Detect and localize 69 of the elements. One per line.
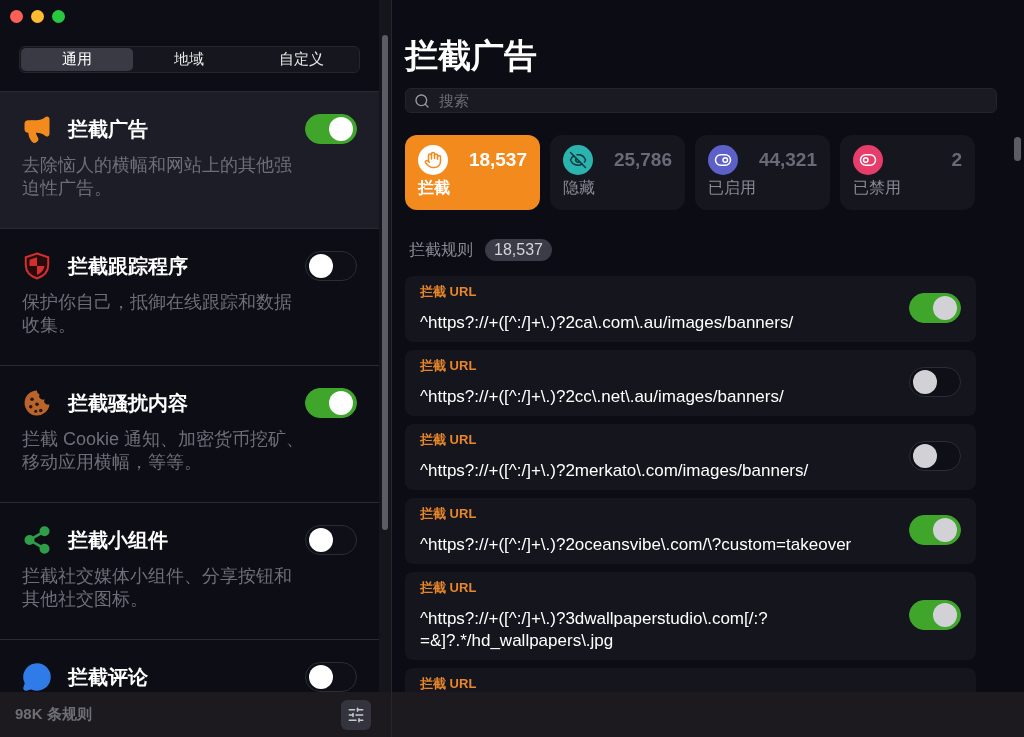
stat-count: 2	[951, 147, 962, 172]
stat-label: 已启用	[708, 178, 757, 198]
count-badge: 18,537	[485, 239, 552, 261]
toggle-switch[interactable]	[305, 662, 357, 692]
toggle-switch[interactable]	[909, 367, 961, 397]
shield-icon	[22, 251, 52, 281]
stat-card[interactable]: 2 已禁用	[840, 135, 975, 210]
rule-card[interactable]: 拦截 URL ^https?://+([^:/]+\.)?2merkato\.com/images/banners/	[405, 424, 976, 490]
sliders-icon	[347, 705, 365, 724]
stat-card[interactable]: 44,321 已启用	[695, 135, 830, 210]
rule-type: 拦截 URL	[420, 505, 478, 523]
cookie-icon	[22, 388, 52, 418]
category-title: 拦截骚扰内容	[68, 391, 189, 416]
category-description: 去除恼人的横幅和网站上的其他强迫性广告。	[22, 154, 293, 200]
rule-pattern: ^https?://+([^:/]+\.)?2ca\.com\.au/images/banners/	[420, 311, 795, 334]
scrollbar-thumb[interactable]	[382, 35, 388, 530]
toggle-switch[interactable]	[305, 251, 357, 281]
toggle-switch[interactable]	[909, 515, 961, 545]
rule-pattern: ^https?://+([^:/]+\.)?3dwallpaperstudio\.com[/:?=&]?.*/hd_wallpapers\.jpg	[420, 607, 769, 652]
segment-tab[interactable]: 地域	[133, 48, 246, 71]
rule-pattern: ^https?://+([^:/]+\.)?2oceansvibe\.com/\?custom=takeover	[420, 533, 853, 556]
category-title: 拦截跟踪程序	[68, 254, 189, 279]
toggle-switch[interactable]	[909, 441, 961, 471]
stat-label: 隐藏	[563, 178, 596, 198]
rule-card[interactable]: 拦截 URL ^https?://+([^:/]+\.)?2ca\.com\.au/images/banners/	[405, 276, 976, 342]
category-title: 拦截评论	[68, 665, 149, 690]
rule-total: 98K 条规则	[15, 704, 92, 725]
toggle-switch[interactable]	[305, 388, 357, 418]
rule-type: 拦截 URL	[420, 674, 478, 692]
stat-card[interactable]: 25,786 隐藏	[550, 135, 685, 210]
toggle-switch[interactable]	[305, 525, 357, 555]
rule-type: 拦截 URL	[420, 283, 478, 301]
megaphone-icon	[22, 114, 52, 144]
toggle-switch[interactable]	[305, 114, 357, 144]
zoom-window-button[interactable]	[52, 9, 65, 23]
category-description: 拦截社交媒体小组件、分享按钮和其他社交图标。	[22, 565, 293, 611]
page-title: 拦截广告	[405, 36, 538, 76]
stat-count: 25,786	[613, 147, 672, 172]
share-icon	[22, 525, 52, 555]
rule-card[interactable]: 拦截 URL ^https?://+([^:/]+\.)?2cc\.net\.au/images/banners/	[405, 350, 976, 416]
rule-card[interactable]: 拦截 URL	[405, 667, 976, 692]
rule-type: 拦截 URL	[420, 431, 478, 449]
section-label: 拦截规则	[409, 240, 473, 260]
segment-tab[interactable]: 自定义	[245, 48, 358, 71]
segment-tab[interactable]: 通用	[21, 48, 134, 71]
rule-pattern: ^https?://+([^:/]+\.)?2merkato\.com/images/banners/	[420, 459, 810, 482]
stat-label: 拦截	[418, 178, 451, 198]
toggle-switch[interactable]	[909, 293, 961, 323]
filter-category-row[interactable]: 拦截广告 去除恼人的横幅和网站上的其他强迫性广告。	[0, 92, 379, 229]
rule-pattern: ^https?://+([^:/]+\.)?2cc\.net\.au/images/banners/	[420, 385, 785, 408]
close-window-button[interactable]	[10, 9, 23, 23]
rule-card[interactable]: 拦截 URL ^https?://+([^:/]+\.)?2oceansvibe\.com/\?custom=takeover	[405, 498, 976, 564]
minimize-window-button[interactable]	[31, 9, 44, 23]
toggle-switch[interactable]	[909, 599, 961, 630]
search-icon	[414, 93, 430, 109]
rule-type: 拦截 URL	[420, 357, 478, 375]
category-title: 拦截广告	[68, 117, 149, 142]
stat-count: 18,537	[468, 147, 527, 172]
chat-bubble-icon	[22, 662, 52, 692]
rule-type: 拦截 URL	[420, 579, 478, 597]
category-description: 保护你自己，抵御在线跟踪和数据收集。	[22, 291, 293, 337]
category-title: 拦截小组件	[68, 528, 169, 553]
rule-card[interactable]: 拦截 URL ^https?://+([^:/]+\.)?3dwallpaperstudio\.com[/:?=&]?.*/hd_wallpapers\.jpg	[405, 572, 976, 660]
search-field[interactable]: 搜索	[405, 88, 997, 113]
stat-label: 已禁用	[853, 178, 902, 198]
scrollbar-thumb[interactable]	[1013, 137, 1021, 161]
settings-button[interactable]	[341, 699, 371, 730]
stat-count: 44,321	[758, 147, 817, 172]
category-description: 拦截 Cookie 通知、加密货币挖矿、移动应用横幅，等等。	[22, 428, 306, 474]
